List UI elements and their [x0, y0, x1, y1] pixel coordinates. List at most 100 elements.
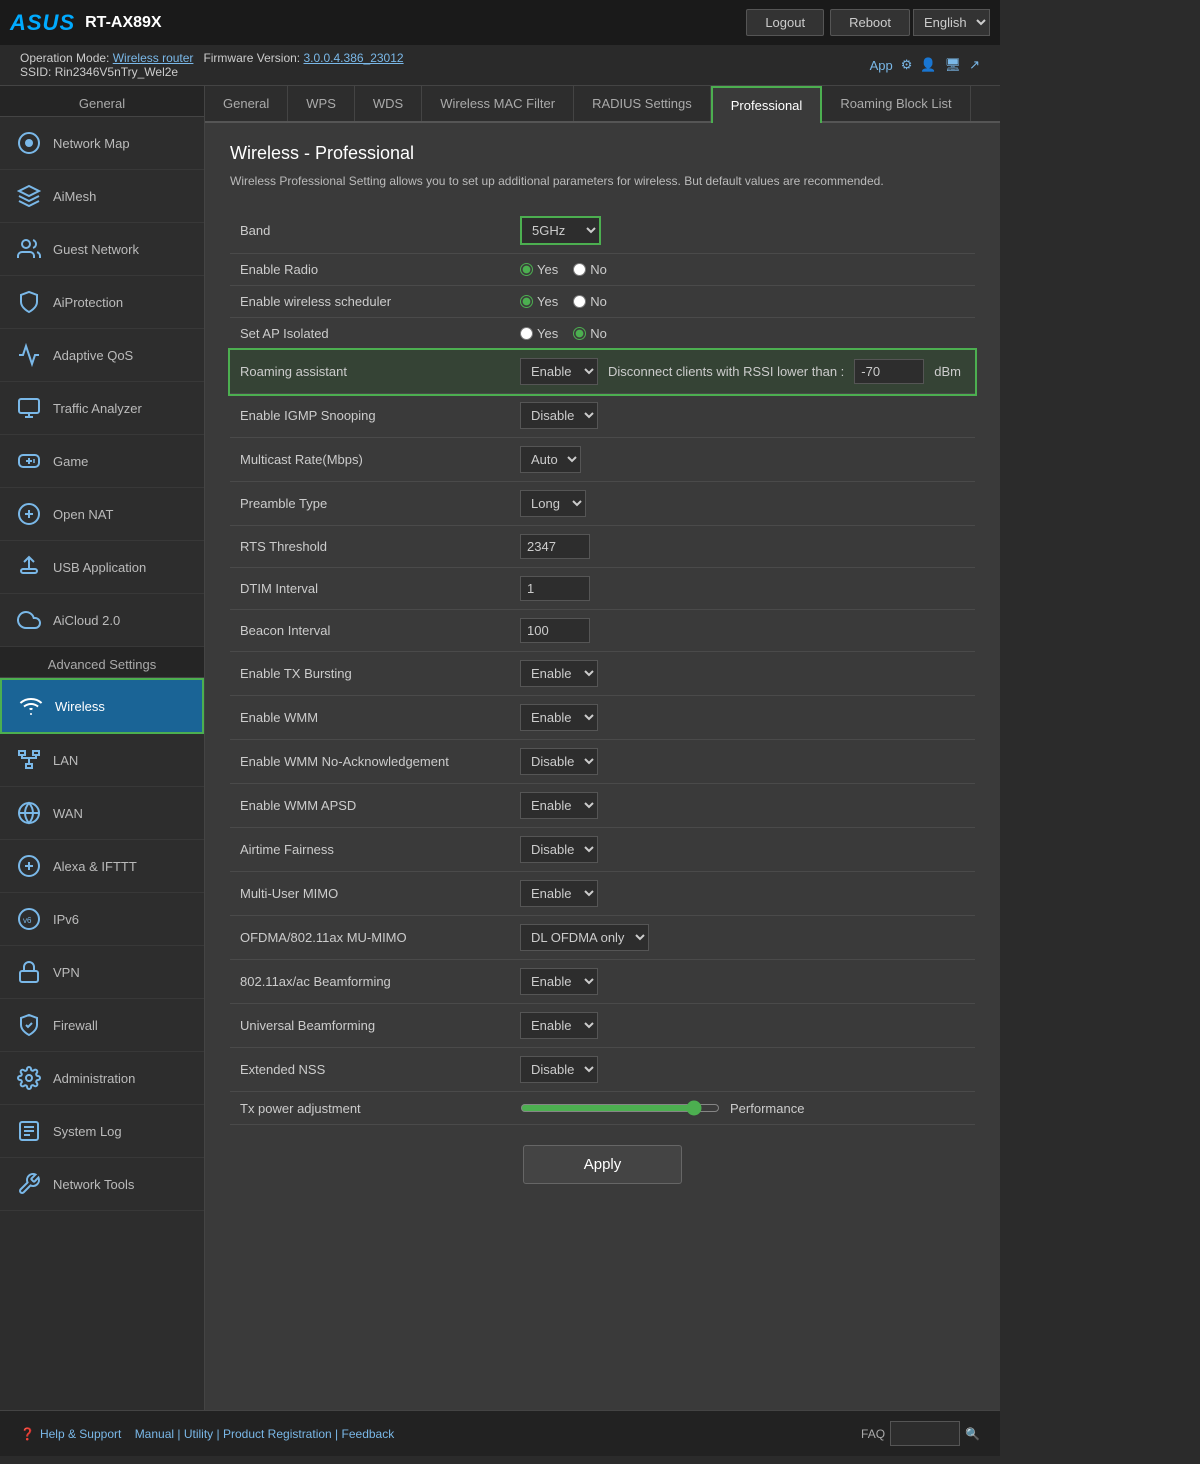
sidebar-item-traffic-analyzer[interactable]: Traffic Analyzer	[0, 382, 204, 435]
svg-text:v6: v6	[23, 916, 32, 925]
tab-general[interactable]: General	[205, 86, 288, 121]
wan-icon	[15, 799, 43, 827]
ap-isolated-radio-no[interactable]	[573, 327, 586, 340]
language-select[interactable]: English	[913, 9, 990, 36]
lan-icon	[15, 746, 43, 774]
scheduler-no[interactable]: No	[573, 294, 607, 309]
sidebar-item-open-nat[interactable]: Open NAT	[0, 488, 204, 541]
apply-button[interactable]: Apply	[523, 1145, 683, 1184]
rts-input[interactable]: 2347	[520, 534, 590, 559]
scheduler-yes[interactable]: Yes	[520, 294, 558, 309]
faq-search-icon[interactable]: 🔍	[965, 1427, 980, 1441]
airtime-select[interactable]: Disable Enable	[520, 836, 598, 863]
value-universal-bf: Enable Disable	[510, 1004, 975, 1048]
tab-radius-settings[interactable]: RADIUS Settings	[574, 86, 711, 121]
ap-isolated-yes[interactable]: Yes	[520, 326, 558, 341]
sidebar-item-alexa-ifttt[interactable]: Alexa & IFTTT	[0, 840, 204, 893]
firmware-value[interactable]: 3.0.0.4.386_23012	[303, 51, 403, 65]
tab-wps[interactable]: WPS	[288, 86, 355, 121]
operation-mode-value[interactable]: Wireless router	[113, 51, 194, 65]
sidebar-item-adaptive-qos[interactable]: Adaptive QoS	[0, 329, 204, 382]
ofdma-select[interactable]: DL OFDMA only Disable Enable	[520, 924, 649, 951]
share-icon[interactable]: ↗	[969, 57, 980, 73]
sidebar-item-wan[interactable]: WAN	[0, 787, 204, 840]
advanced-section-title: Advanced Settings	[0, 647, 204, 678]
enable-radio-no[interactable]: No	[573, 262, 607, 277]
sidebar-item-system-log[interactable]: System Log	[0, 1105, 204, 1158]
band-select[interactable]: 2.4GHz 5GHz 6GHz	[522, 218, 599, 243]
sidebar-item-lan[interactable]: LAN	[0, 734, 204, 787]
reboot-button[interactable]: Reboot	[830, 9, 910, 36]
radio-yes[interactable]	[520, 263, 533, 276]
beacon-input[interactable]: 100	[520, 618, 590, 643]
ap-isolated-no[interactable]: No	[573, 326, 607, 341]
sidebar-item-game[interactable]: Game	[0, 435, 204, 488]
sidebar-item-network-map[interactable]: Network Map	[0, 117, 204, 170]
wmm-select[interactable]: Enable Disable	[520, 704, 598, 731]
firmware-label: Firmware Version:	[203, 51, 300, 65]
sidebar-item-usb-application[interactable]: USB Application	[0, 541, 204, 594]
ap-isolated-radio-yes[interactable]	[520, 327, 533, 340]
page-title: Wireless - Professional	[230, 143, 975, 164]
roaming-select[interactable]: Enable Disable	[520, 358, 598, 385]
tx-bursting-select[interactable]: Enable Disable	[520, 660, 598, 687]
user-icon[interactable]: 👤	[920, 57, 936, 73]
wmm-apsd-select[interactable]: Enable Disable	[520, 792, 598, 819]
roaming-rssi-input[interactable]: -70	[854, 359, 924, 384]
value-tx-bursting: Enable Disable	[510, 652, 975, 696]
tab-wireless-mac-filter[interactable]: Wireless MAC Filter	[422, 86, 574, 121]
extended-nss-select[interactable]: Disable Enable	[520, 1056, 598, 1083]
sidebar-label-traffic-analyzer: Traffic Analyzer	[53, 401, 142, 416]
footer-link-manual[interactable]: Manual	[135, 1427, 174, 1441]
multicast-select[interactable]: Auto 125.5	[520, 446, 581, 473]
sidebar-label-aicloud: AiCloud 2.0	[53, 613, 120, 628]
band-select-wrap: 2.4GHz 5GHz 6GHz	[520, 216, 601, 245]
sidebar-item-guest-network[interactable]: Guest Network	[0, 223, 204, 276]
enable-radio-yes[interactable]: Yes	[520, 262, 558, 277]
dtim-input[interactable]: 1	[520, 576, 590, 601]
tx-power-slider[interactable]	[520, 1100, 720, 1116]
row-preamble-type: Preamble Type Long Short	[230, 482, 975, 526]
scheduler-radio-no[interactable]	[573, 295, 586, 308]
settings-table: Band 2.4GHz 5GHz 6GHz	[230, 208, 975, 1125]
logout-button[interactable]: Logout	[746, 9, 824, 36]
guest-network-icon	[15, 235, 43, 263]
radio-no[interactable]	[573, 263, 586, 276]
row-beacon-interval: Beacon Interval 100	[230, 610, 975, 652]
scheduler-radio-yes[interactable]	[520, 295, 533, 308]
preamble-select[interactable]: Long Short	[520, 490, 586, 517]
firewall-icon	[15, 1011, 43, 1039]
tab-wds[interactable]: WDS	[355, 86, 422, 121]
sidebar-label-wireless: Wireless	[55, 699, 105, 714]
footer-link-product-registration[interactable]: Product Registration	[223, 1427, 332, 1441]
label-igmp-snooping: Enable IGMP Snooping	[230, 394, 510, 438]
wmm-no-ack-select[interactable]: Disable Enable	[520, 748, 598, 775]
sidebar-item-aiprotection[interactable]: AiProtection	[0, 276, 204, 329]
tab-professional[interactable]: Professional	[711, 86, 823, 123]
sidebar-label-administration: Administration	[53, 1071, 135, 1086]
sidebar-item-firewall[interactable]: Firewall	[0, 999, 204, 1052]
faq-input[interactable]	[890, 1421, 960, 1446]
sidebar-item-ipv6[interactable]: v6 IPv6	[0, 893, 204, 946]
sidebar-item-wireless[interactable]: Wireless	[0, 678, 204, 734]
sidebar-item-network-tools[interactable]: Network Tools	[0, 1158, 204, 1211]
sidebar-item-aicloud[interactable]: AiCloud 2.0	[0, 594, 204, 647]
igmp-select[interactable]: Disable Enable	[520, 402, 598, 429]
footer-link-utility[interactable]: Utility	[184, 1427, 213, 1441]
sidebar-item-aimesh[interactable]: AiMesh	[0, 170, 204, 223]
aimesh-icon	[15, 182, 43, 210]
screen-icon[interactable]: 🖥	[945, 57, 962, 73]
status-icons: App ⚙ 👤 🖥 ↗	[870, 57, 980, 73]
sidebar-item-administration[interactable]: Administration	[0, 1052, 204, 1105]
asus-logo: ASUS	[10, 10, 75, 36]
sidebar-label-adaptive-qos: Adaptive QoS	[53, 348, 133, 363]
label-wmm-apsd: Enable WMM APSD	[230, 784, 510, 828]
footer-link-feedback[interactable]: Feedback	[342, 1427, 395, 1441]
universal-bf-select[interactable]: Enable Disable	[520, 1012, 598, 1039]
mu-mimo-select[interactable]: Enable Disable	[520, 880, 598, 907]
settings-icon[interactable]: ⚙	[901, 57, 913, 73]
tab-roaming-block-list[interactable]: Roaming Block List	[822, 86, 970, 121]
roaming-controls: Enable Disable Disconnect clients with R…	[520, 358, 965, 385]
beamforming-select[interactable]: Enable Disable	[520, 968, 598, 995]
sidebar-item-vpn[interactable]: VPN	[0, 946, 204, 999]
